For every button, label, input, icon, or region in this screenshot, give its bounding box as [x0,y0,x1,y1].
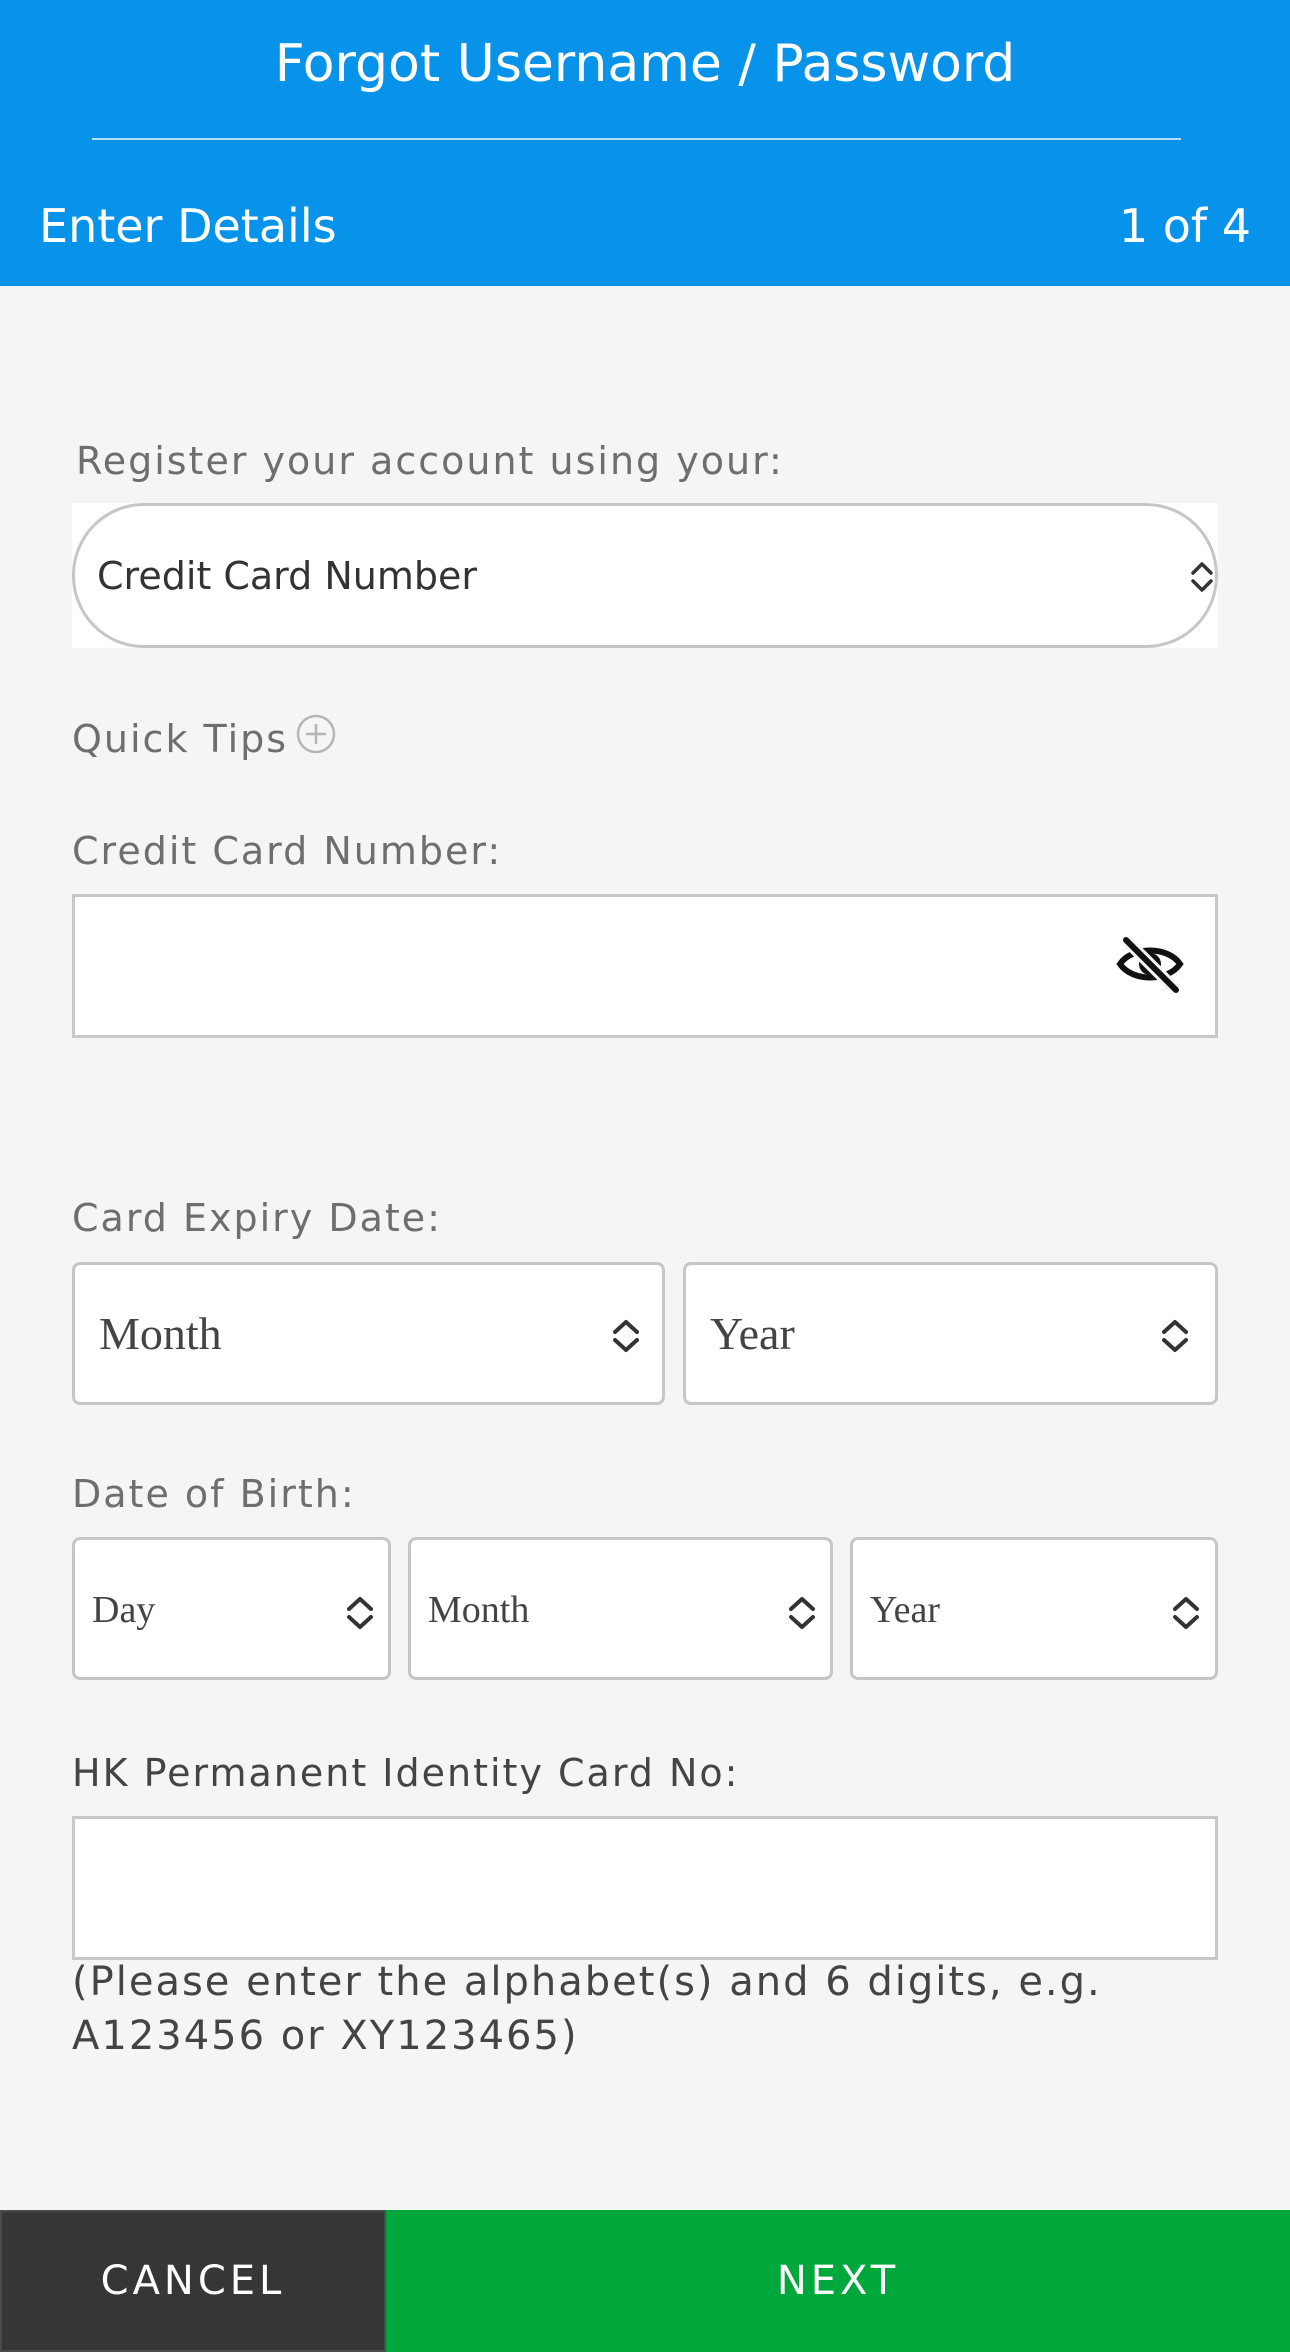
hkid-helper-text: (Please enter the alphabet(s) and 6 digi… [72,1959,1102,2059]
card-number-input[interactable] [72,894,1218,1038]
eye-off-icon[interactable] [1116,934,1184,995]
expiry-month-select[interactable]: Month [72,1262,665,1405]
chevron-updown-icon [1160,1315,1190,1357]
expiry-label: Card Expiry Date: [72,1196,442,1240]
cancel-button[interactable]: CANCEL [0,2210,386,2352]
chevron-updown-icon [1187,556,1213,598]
plus-circle-icon[interactable] [296,714,336,754]
hkid-label: HK Permanent Identity Card No: [72,1751,740,1795]
dob-month-select[interactable]: Month [408,1537,833,1680]
register-method-label: Register your account using your: [76,439,784,483]
dob-month-value: Month [428,1589,530,1631]
dob-year-select[interactable]: Year [850,1537,1218,1680]
register-method-value: Credit Card Number [97,554,477,598]
next-button[interactable]: NEXT [386,2210,1290,2352]
chevron-updown-icon [1171,1592,1199,1634]
chevron-updown-icon [345,1592,373,1634]
chevron-updown-icon [787,1592,815,1634]
expiry-year-select[interactable]: Year [683,1262,1218,1405]
step-counter: 1 of 4 [1118,199,1251,253]
register-method-select[interactable]: Credit Card Number [72,503,1218,648]
step-title: Enter Details [39,199,337,253]
expiry-month-value: Month [99,1308,222,1359]
header-divider [92,138,1181,140]
dob-day-select[interactable]: Day [72,1537,391,1680]
hkid-input[interactable] [72,1816,1218,1960]
page-title: Forgot Username / Password [274,34,1016,94]
dob-day-value: Day [92,1589,156,1631]
card-number-label: Credit Card Number: [72,829,503,873]
dob-year-value: Year [870,1589,941,1631]
header: Forgot Username / Password Enter Details… [0,0,1290,286]
chevron-updown-icon [611,1315,641,1357]
forgot-credentials-page: Forgot Username / Password Enter Details… [0,0,1290,2352]
quick-tips-label[interactable]: Quick Tips [72,714,288,764]
expiry-year-value: Year [710,1308,795,1359]
dob-label: Date of Birth: [72,1472,356,1516]
register-method-select-wrap: Credit Card Number [72,503,1218,648]
